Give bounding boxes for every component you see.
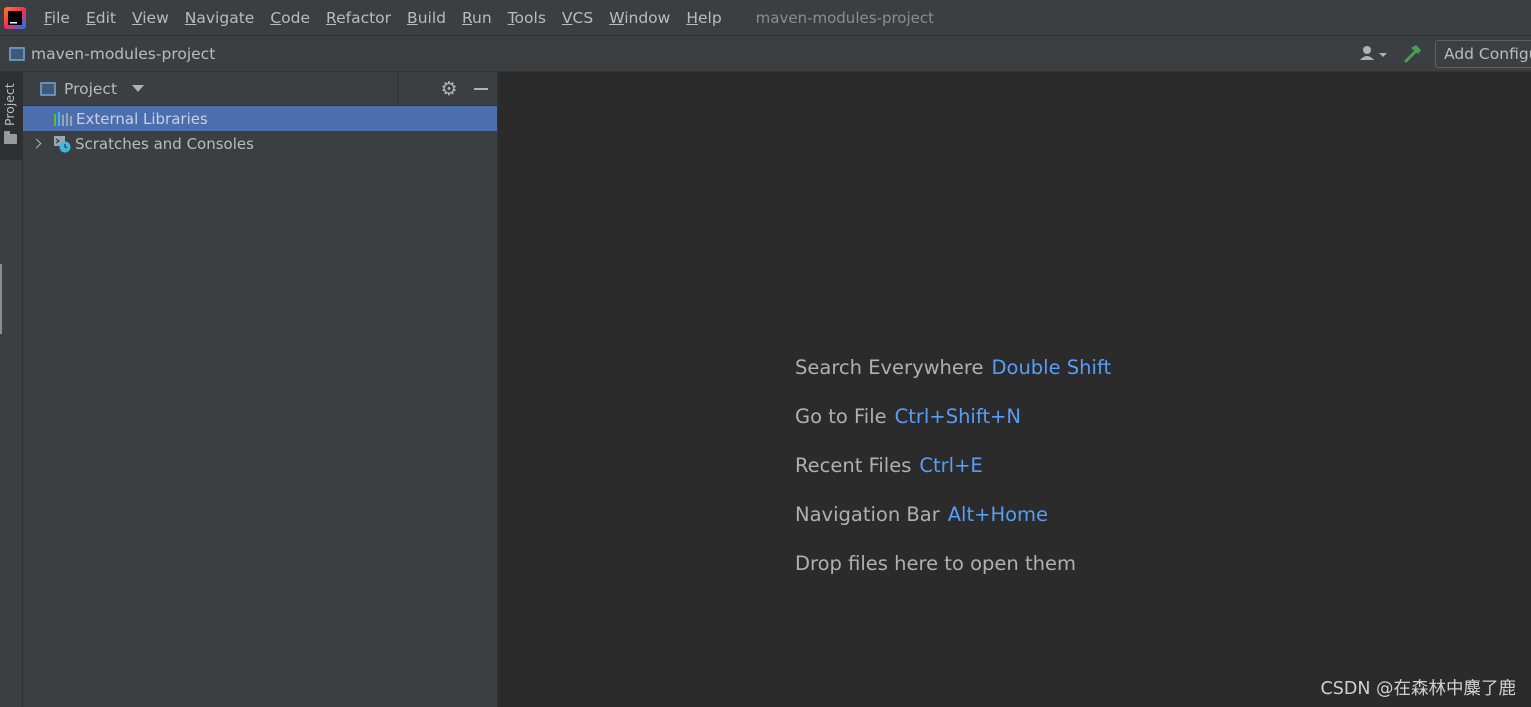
menu-build[interactable]: Build xyxy=(399,0,454,36)
menu-label: efactor xyxy=(336,8,392,27)
menu-mnemonic: T xyxy=(507,8,515,27)
menu-mnemonic: R xyxy=(326,8,337,27)
menu-mnemonic: V xyxy=(561,8,573,27)
minimize-icon[interactable] xyxy=(474,88,488,90)
menu-label: CS xyxy=(572,8,594,27)
hint-go-to-file: Go to File Ctrl+Shift+N xyxy=(795,405,1111,429)
stripe-marker xyxy=(0,264,2,334)
menu-file[interactable]: File xyxy=(36,0,78,36)
menu-label: dit xyxy=(95,8,116,27)
hint-label: Drop files here to open them xyxy=(795,552,1076,575)
hint-navigation-bar: Navigation Bar Alt+Home xyxy=(795,503,1111,527)
editor-empty-area: Search Everywhere Double Shift Go to File… xyxy=(498,72,1531,707)
hint-drop-files: Drop files here to open them xyxy=(795,552,1111,576)
project-panel-header: Project ⚙ xyxy=(23,72,497,106)
menu-navigate[interactable]: Navigate xyxy=(177,0,263,36)
left-tool-stripe: Project xyxy=(0,72,23,707)
header-divider xyxy=(397,72,398,106)
folder-icon xyxy=(4,131,17,144)
editor-hints: Search Everywhere Double Shift Go to File… xyxy=(795,356,1111,601)
menu-code[interactable]: Code xyxy=(262,0,318,36)
hammer-icon[interactable] xyxy=(1401,42,1425,66)
menu-mnemonic: E xyxy=(85,8,96,27)
hint-label: Go to File xyxy=(795,405,887,428)
scratches-icon xyxy=(53,135,71,153)
watermark: CSDN @在森林中麋了鹿 xyxy=(1320,679,1516,699)
hint-shortcut: Ctrl+Shift+N xyxy=(894,405,1021,428)
menu-mnemonic: F xyxy=(44,8,52,27)
stripe-project-label: Project xyxy=(2,83,17,126)
hint-recent-files: Recent Files Ctrl+E xyxy=(795,454,1111,478)
hint-label: Navigation Bar xyxy=(795,503,940,526)
hint-shortcut: Ctrl+E xyxy=(919,454,983,477)
menu-mnemonic: N xyxy=(184,8,197,27)
project-panel: Project ⚙ External Libraries Scratches a… xyxy=(23,72,498,707)
add-configuration-button[interactable]: Add Configuration... xyxy=(1435,40,1531,68)
project-view-icon xyxy=(40,81,56,96)
menu-vcs[interactable]: VCS xyxy=(554,0,601,36)
chevron-down-icon[interactable] xyxy=(132,85,145,92)
menu-mnemonic: W xyxy=(609,8,625,27)
menu-help[interactable]: Help xyxy=(678,0,729,36)
hint-shortcut: Alt+Home xyxy=(947,503,1049,526)
menu-label: ools xyxy=(514,8,546,27)
menu-mnemonic: B xyxy=(407,8,418,27)
menu-window[interactable]: Window xyxy=(601,0,678,36)
menu-bar: File Edit View Navigate Code Refactor Bu… xyxy=(0,0,1531,36)
intellij-logo-icon xyxy=(4,6,26,29)
menu-label: un xyxy=(472,8,492,27)
menu-edit[interactable]: Edit xyxy=(78,0,124,36)
menu-mnemonic: H xyxy=(686,8,698,27)
menu-label: ile xyxy=(51,8,70,27)
menu-label: elp xyxy=(697,8,722,27)
toolbar-right: Add Configuration... xyxy=(1357,36,1531,72)
breadcrumb-project[interactable]: maven-modules-project xyxy=(31,45,215,63)
chevron-right-icon[interactable] xyxy=(33,139,43,149)
tree-item-label: Scratches and Consoles xyxy=(75,134,254,153)
menu-label: uild xyxy=(417,8,446,27)
gear-icon[interactable]: ⚙ xyxy=(439,79,459,99)
menu-mnemonic: V xyxy=(131,8,143,27)
project-panel-title[interactable]: Project xyxy=(64,80,117,98)
menu-label: ode xyxy=(281,8,311,27)
menu-tools[interactable]: Tools xyxy=(500,0,554,36)
menu-mnemonic: R xyxy=(461,8,473,27)
tree-item-label: External Libraries xyxy=(76,109,208,128)
menu-refactor[interactable]: Refactor xyxy=(318,0,399,36)
hint-label: Search Everywhere xyxy=(795,356,984,379)
menu-label: avigate xyxy=(196,8,255,27)
window-title: maven-modules-project xyxy=(755,8,935,27)
menu-label: indow xyxy=(624,8,671,27)
hint-search-everywhere: Search Everywhere Double Shift xyxy=(795,356,1111,380)
project-folder-icon xyxy=(9,46,25,61)
navigation-bar: maven-modules-project Add Configuration.… xyxy=(0,36,1531,72)
project-tree: External Libraries Scratches and Console… xyxy=(23,106,497,156)
menu-label: iew xyxy=(142,8,169,27)
user-icon[interactable] xyxy=(1357,42,1393,66)
hint-shortcut: Double Shift xyxy=(991,356,1112,379)
menu-view[interactable]: View xyxy=(124,0,177,36)
tree-item-external-libraries[interactable]: External Libraries xyxy=(23,106,497,131)
menu-mnemonic: C xyxy=(270,8,282,27)
hint-label: Recent Files xyxy=(795,454,912,477)
tree-item-scratches-and-consoles[interactable]: Scratches and Consoles xyxy=(23,131,497,156)
library-icon xyxy=(54,111,72,126)
menu-run[interactable]: Run xyxy=(454,0,500,36)
project-tool-window-button[interactable]: Project xyxy=(0,72,22,160)
